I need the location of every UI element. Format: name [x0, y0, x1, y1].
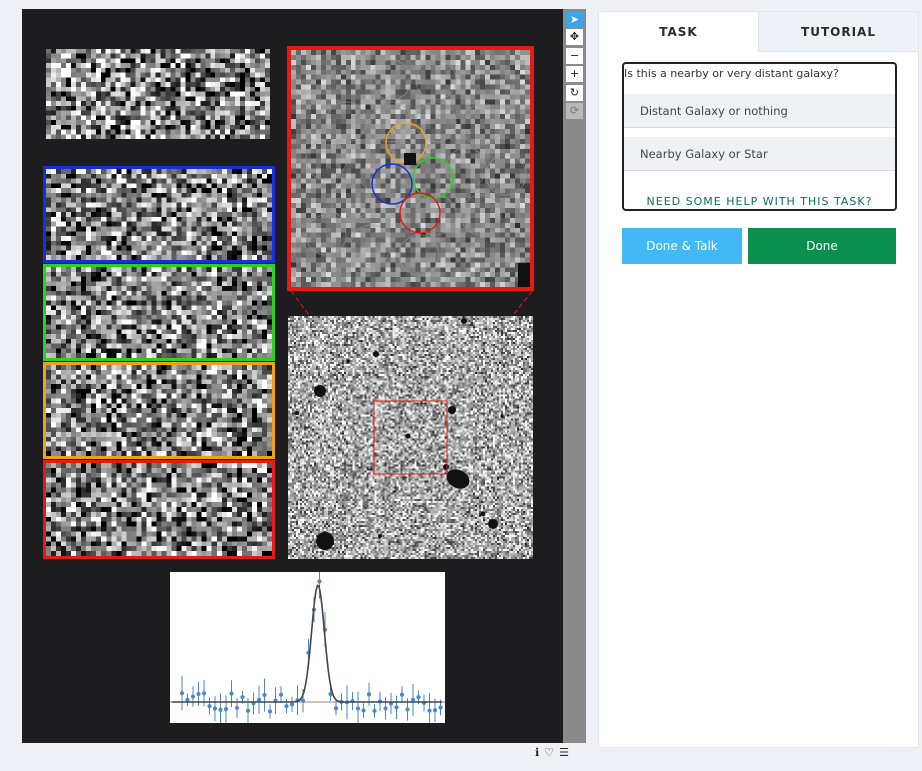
data-point: [196, 691, 201, 697]
data-point: [284, 704, 289, 709]
noise-image: [46, 463, 272, 556]
data-point: [207, 704, 212, 709]
cutout-blue: [43, 166, 275, 263]
data-point: [190, 694, 196, 699]
noise-image: [46, 49, 270, 139]
data-point: [185, 697, 190, 702]
data-point: [278, 692, 284, 697]
noise-image: [46, 169, 272, 260]
cutout-orange: [43, 362, 275, 459]
footer-icons: ℹ ♡ ☰: [535, 745, 587, 759]
data-point: [201, 691, 207, 696]
cutout-red: [43, 460, 275, 559]
data-point: [333, 706, 339, 711]
data-point: [240, 695, 245, 700]
data-point: [399, 692, 405, 697]
data-point: [372, 708, 377, 714]
light-curve-plot: [170, 563, 445, 729]
data-point: [234, 705, 240, 711]
data-point: [394, 705, 399, 710]
noise-image: [46, 267, 272, 358]
done-and-talk-button[interactable]: Done & Talk: [622, 228, 742, 264]
data-point: [289, 702, 295, 707]
data-point: [361, 708, 366, 713]
list-icon[interactable]: ☰: [559, 746, 569, 759]
done-button[interactable]: Done: [748, 228, 896, 264]
reset-icon[interactable]: ⟳: [566, 103, 583, 119]
viewer-toolbar: ➤ ✥ − + ↻ ⟳: [563, 9, 586, 743]
fit-curve: [172, 584, 442, 703]
plus-icon[interactable]: +: [566, 66, 583, 82]
data-point: [410, 697, 416, 702]
move-icon[interactable]: ✥: [566, 29, 583, 45]
task-area: TASK TUTORIAL Is this a nearby or very d…: [598, 11, 919, 748]
data-point: [218, 707, 223, 712]
zoom-image: [287, 46, 534, 291]
data-point: [267, 709, 273, 714]
question-text: Is this a nearby or very distant galaxy?: [624, 67, 839, 80]
cutout-white: [44, 47, 272, 141]
data-point: [229, 691, 234, 696]
data-point: [438, 705, 443, 710]
question-box: Is this a nearby or very distant galaxy?…: [622, 62, 897, 211]
data-point: [262, 692, 267, 698]
data-point: [416, 695, 421, 700]
data-point: [366, 692, 372, 697]
answer-distant-galaxy[interactable]: Distant Galaxy or nothing: [624, 94, 895, 128]
data-point: [212, 706, 218, 711]
data-point: [383, 706, 388, 711]
data-point: [355, 706, 361, 711]
data-point: [179, 691, 185, 696]
minus-icon[interactable]: −: [566, 48, 583, 64]
rotate-icon[interactable]: ↻: [566, 85, 583, 101]
data-point: [256, 697, 262, 703]
info-icon[interactable]: ℹ: [535, 746, 539, 759]
wide-overlay: [295, 318, 504, 550]
heart-icon[interactable]: ♡: [544, 746, 554, 759]
wide-field-image: [288, 316, 533, 559]
cutout-green: [43, 264, 275, 361]
zoom-region: [373, 400, 448, 475]
aperture-overlay: [305, 59, 530, 287]
data-point: [432, 708, 438, 713]
data-point: [223, 707, 229, 712]
aperture-green: [412, 157, 454, 199]
data-point: [317, 579, 322, 584]
noise-image: [46, 365, 272, 456]
tab-bar: TASK TUTORIAL: [599, 12, 918, 52]
data-point: [405, 707, 410, 712]
tab-task[interactable]: TASK: [599, 12, 758, 52]
data-point: [427, 708, 432, 713]
help-link[interactable]: NEED SOME HELP WITH THIS TASK?: [624, 195, 895, 208]
tab-tutorial[interactable]: TUTORIAL: [758, 12, 918, 52]
data-point: [300, 698, 306, 703]
data-point: [245, 708, 251, 713]
answer-nearby-galaxy[interactable]: Nearby Galaxy or Star: [624, 137, 895, 171]
subject-viewer[interactable]: [22, 9, 563, 743]
pointer-icon[interactable]: ➤: [566, 12, 583, 28]
